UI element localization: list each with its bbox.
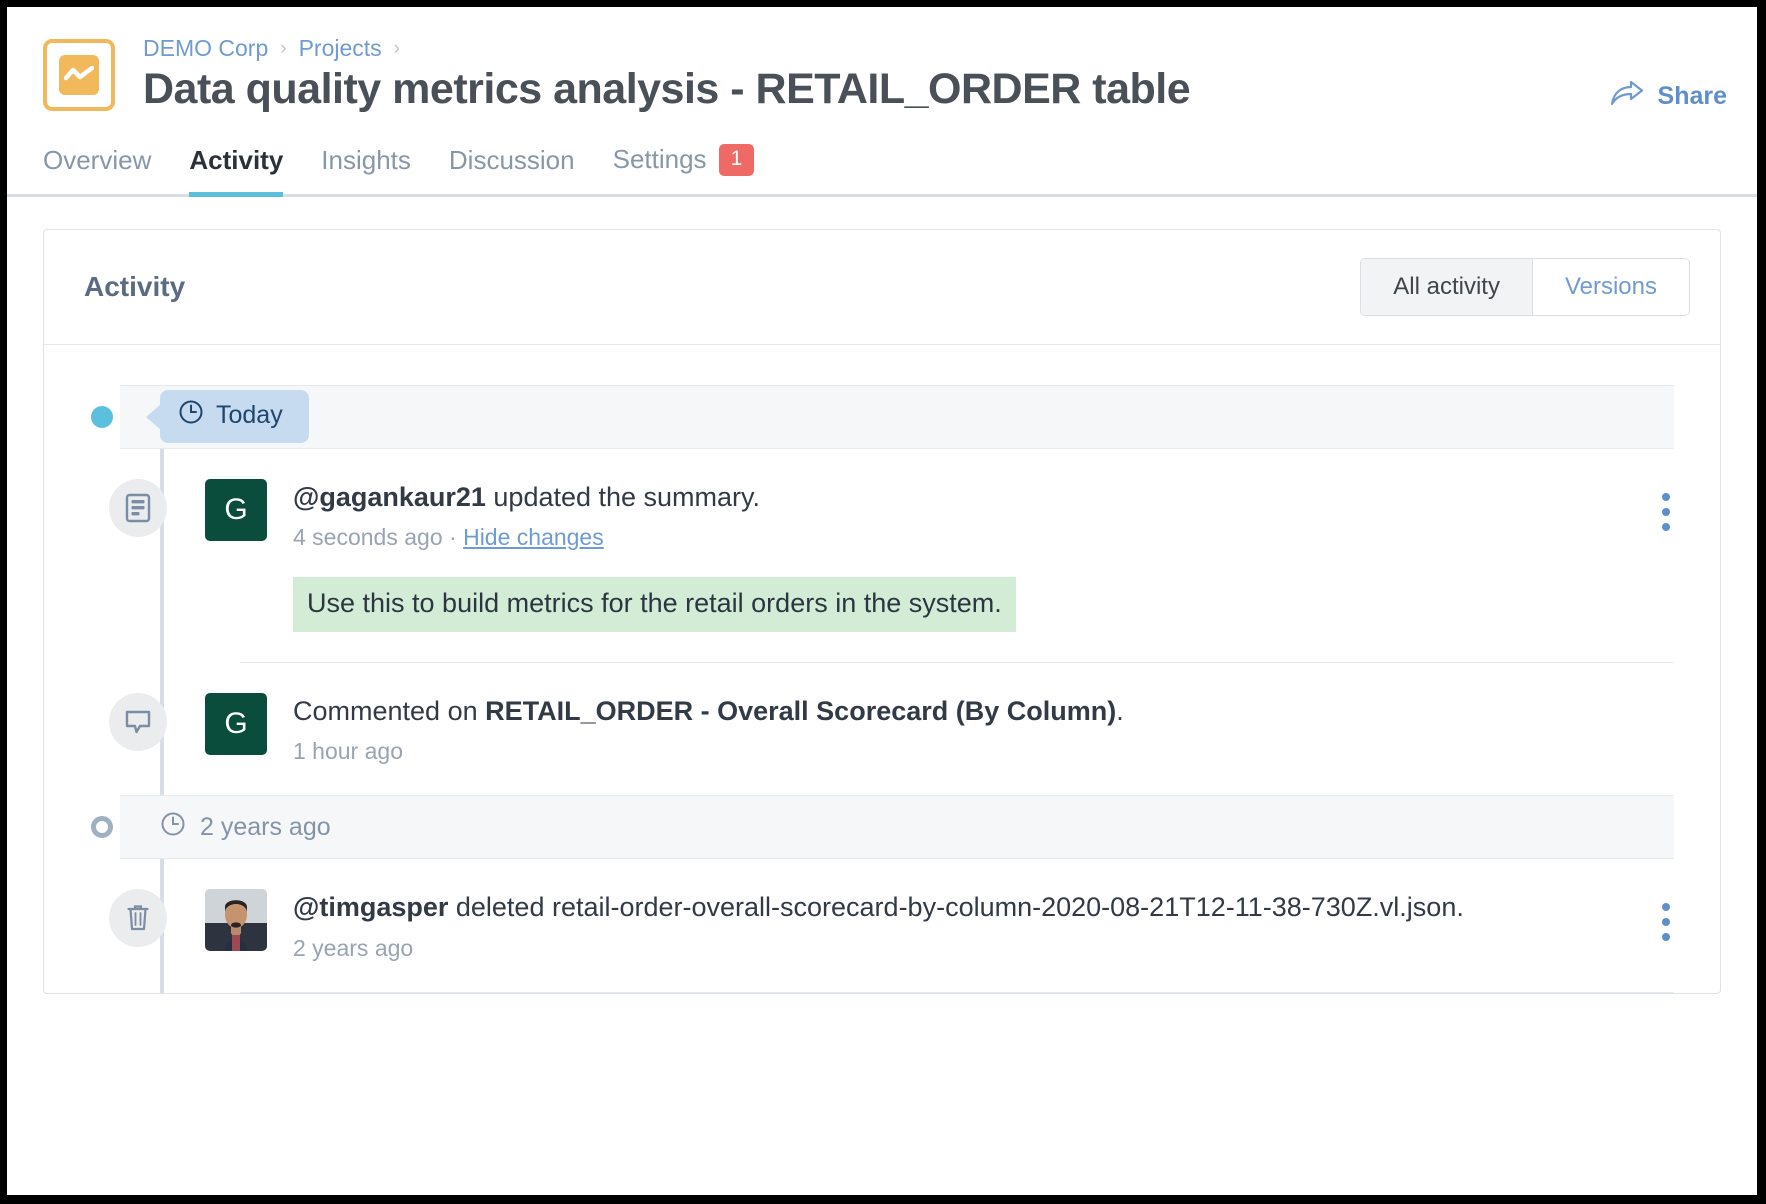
- breadcrumb-item-org[interactable]: DEMO Corp: [143, 35, 268, 62]
- activity-entry-comment: G Commented on RETAIL_ORDER - Overall Sc…: [44, 663, 1720, 796]
- activity-entry-delete: @timgasper deleted retail-order-overall-…: [44, 859, 1720, 992]
- activity-action-text: Commented on: [293, 695, 486, 726]
- clock-icon: [160, 811, 186, 844]
- share-arrow-icon: [1610, 80, 1644, 112]
- tab-overview-label: Overview: [43, 144, 152, 175]
- breadcrumb-item-projects[interactable]: Projects: [299, 35, 382, 62]
- timeline-dot-2-years-ago: [91, 816, 113, 839]
- page-header: DEMO Corp › Projects › Data quality metr…: [7, 7, 1757, 197]
- tab-discussion-label: Discussion: [448, 144, 575, 175]
- document-summary-icon: [109, 478, 167, 537]
- date-chip-today-label: Today: [216, 401, 283, 430]
- breadcrumb: DEMO Corp › Projects ›: [143, 33, 1610, 63]
- date-label-text: 2 years ago: [200, 812, 331, 841]
- timeline-date-2-years-ago: 2 years ago: [91, 795, 1674, 860]
- activity-card-header: Activity All activity Versions: [44, 230, 1720, 345]
- tab-insights[interactable]: Insights: [321, 145, 411, 194]
- tab-discussion[interactable]: Discussion: [449, 145, 575, 194]
- activity-filter-group: All activity Versions: [1360, 257, 1690, 316]
- activity-entry-body: @timgasper deleted retail-order-overall-…: [293, 889, 1652, 962]
- trash-icon: [109, 889, 167, 948]
- title-block: DEMO Corp › Projects › Data quality metr…: [143, 33, 1610, 114]
- filter-versions[interactable]: Versions: [1531, 258, 1689, 315]
- activity-timestamp: 2 years ago: [293, 935, 414, 962]
- actor-handle[interactable]: @gagankaur21: [293, 482, 486, 512]
- activity-entry-text: @timgasper deleted retail-order-overall-…: [293, 891, 1652, 925]
- activity-entry-text: @gagankaur21 updated the summary.: [293, 481, 1652, 515]
- date-label-2-years-ago: 2 years ago: [160, 811, 331, 844]
- tab-activity[interactable]: Activity: [189, 144, 284, 197]
- chevron-right-icon: ›: [280, 37, 287, 59]
- summary-diff: Use this to build metrics for the retail…: [293, 577, 1652, 632]
- chevron-right-icon-2: ›: [393, 37, 400, 59]
- activity-card: Activity All activity Versions Today G @…: [43, 228, 1721, 995]
- hide-changes-link[interactable]: Hide changes: [463, 524, 604, 550]
- activity-entry-meta: 2 years ago: [293, 935, 1652, 962]
- tab-activity-label: Activity: [189, 144, 284, 175]
- avatar: G: [205, 692, 267, 755]
- activity-target-link[interactable]: RETAIL_ORDER - Overall Scorecard (By Col…: [485, 696, 1116, 726]
- tab-insights-label: Insights: [321, 144, 411, 175]
- activity-action-text: updated the summary.: [485, 481, 761, 512]
- activity-entry-summary-update: G @gagankaur21 updated the summary. 4 se…: [44, 449, 1720, 662]
- entry-divider: [240, 992, 1674, 994]
- share-button[interactable]: Share: [1610, 80, 1727, 112]
- share-label: Share: [1657, 82, 1727, 110]
- page-title: Data quality metrics analysis - RETAIL_O…: [143, 65, 1191, 113]
- activity-timestamp: 1 hour ago: [293, 738, 403, 765]
- tab-overview[interactable]: Overview: [43, 145, 151, 194]
- project-logo: [43, 39, 115, 111]
- activity-entry-text: Commented on RETAIL_ORDER - Overall Scor…: [293, 695, 1680, 729]
- tab-settings[interactable]: Settings 1: [613, 144, 755, 193]
- date-chip-today: Today: [160, 390, 309, 444]
- timeline-date-today: Today: [91, 384, 1674, 449]
- activity-action-suffix: .: [1116, 695, 1124, 726]
- activity-action-text: deleted retail-order-overall-scorecard-b…: [448, 892, 1464, 923]
- app-window: DEMO Corp › Projects › Data quality metr…: [7, 7, 1757, 1195]
- activity-heading: Activity: [84, 270, 186, 302]
- clock-icon: [178, 399, 204, 432]
- tab-settings-badge: 1: [718, 144, 755, 176]
- filter-all-activity[interactable]: All activity: [1361, 258, 1532, 315]
- activity-entry-body: Commented on RETAIL_ORDER - Overall Scor…: [293, 693, 1680, 766]
- activity-timestamp: 4 seconds ago: [293, 524, 443, 551]
- activity-entry-meta: 4 seconds ago · Hide changes: [293, 524, 1652, 551]
- activity-entry-body: @gagankaur21 updated the summary. 4 seco…: [293, 479, 1652, 632]
- kebab-menu-icon[interactable]: [1652, 489, 1680, 535]
- comment-icon: [109, 692, 167, 751]
- kebab-menu-icon[interactable]: [1652, 899, 1680, 945]
- timeline-dot-today: [91, 405, 113, 428]
- activity-timeline: Today G @gagankaur21 updated the summary…: [44, 345, 1720, 994]
- meta-separator: ·: [442, 524, 464, 551]
- tab-settings-label: Settings: [612, 144, 707, 175]
- diff-added-line: Use this to build metrics for the retail…: [293, 577, 1016, 632]
- avatar: G: [205, 478, 267, 541]
- actor-handle[interactable]: @timgasper: [293, 892, 448, 922]
- avatar: [205, 889, 267, 952]
- activity-entry-meta: 1 hour ago: [293, 738, 1680, 765]
- chart-line-icon: [59, 55, 99, 95]
- tab-bar: Overview Activity Insights Discussion Se…: [7, 144, 1757, 197]
